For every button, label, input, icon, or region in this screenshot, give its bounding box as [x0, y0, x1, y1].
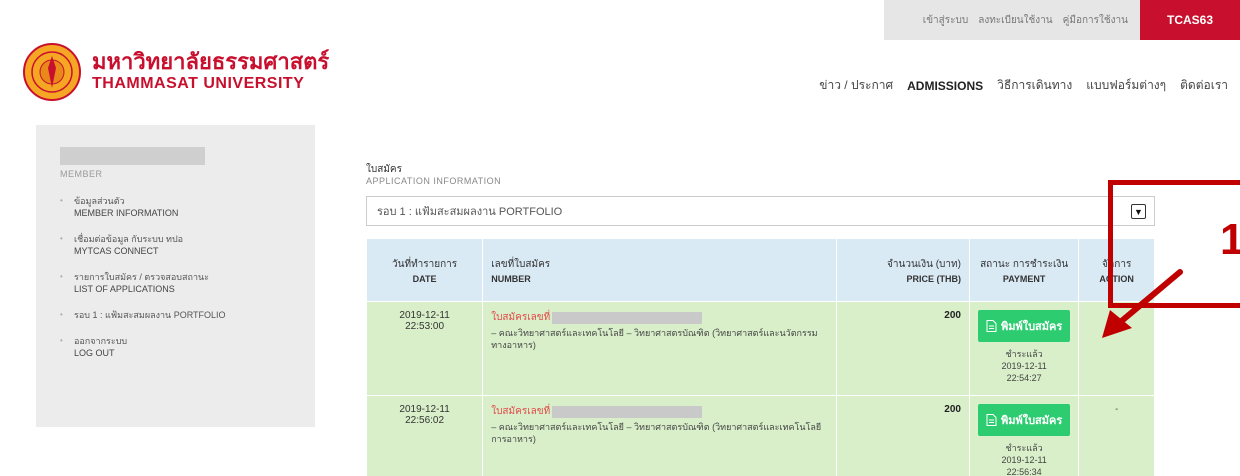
sidebar-item-member-info[interactable]: ข้อมูลส่วนตัว MEMBER INFORMATION — [60, 195, 310, 219]
table-row: 2019-12-11 22:56:02 ใบสมัครเลขที่ – คณะว… — [365, 395, 1155, 476]
sidebar-item-logout[interactable]: ออกจากระบบ LOG OUT — [60, 335, 310, 359]
nav-forms[interactable]: แบบฟอร์มต่างๆ — [1086, 76, 1166, 95]
row-number: ใบสมัครเลขที่ – คณะวิทยาศาสตร์และเทคโนโล… — [482, 301, 838, 396]
logo-thai-name: มหาวิทยาลัยธรรมศาสตร์ — [92, 49, 330, 74]
nav-travel[interactable]: วิธีการเดินทาง — [997, 76, 1072, 95]
login-link[interactable]: เข้าสู่ระบบ — [923, 13, 968, 28]
row-faculty: – คณะวิทยาศาสตร์และเทคโนโลยี – วิทยาศาสต… — [491, 328, 818, 350]
payment-status: ชำระแล้ว 2019-12-11 22:54:27 — [1001, 349, 1047, 383]
document-icon — [986, 414, 997, 426]
sidebar-menu: ข้อมูลส่วนตัว MEMBER INFORMATION เชื่อมต… — [60, 195, 310, 373]
sidebar-item-mytcas-connect[interactable]: เชื่อมต่อข้อมูล กับระบบ ทปอ MYTCAS CONNE… — [60, 233, 310, 257]
header-payment: สถานะ การชำระเงิน PAYMENT — [968, 238, 1080, 302]
manual-link[interactable]: คู่มือการใช้งาน — [1063, 13, 1128, 28]
row-action: - — [1078, 395, 1155, 476]
row-price: 200 — [836, 395, 970, 476]
sidebar-item-portfolio[interactable]: รอบ 1 : แฟ้มสะสมผลงาน PORTFOLIO — [60, 309, 310, 321]
section-subtitle: APPLICATION INFORMATION — [366, 176, 502, 186]
logo-english-name: THAMMASAT UNIVERSITY — [92, 75, 305, 92]
row-faculty: – คณะวิทยาศาสตร์และเทคโนโลยี – วิทยาศาสต… — [491, 422, 822, 444]
member-label: MEMBER — [60, 169, 103, 179]
university-seal-icon — [23, 43, 81, 101]
row-payment: พิมพ์ใบสมัคร ชำระแล้ว 2019-12-11 22:56:3… — [968, 395, 1080, 476]
annotation-number: 1 — [1220, 215, 1240, 264]
section-title: ใบสมัคร — [366, 164, 402, 175]
tcas-button[interactable]: TCAS63 — [1140, 0, 1240, 40]
row-price: 200 — [836, 301, 970, 396]
row-date: 2019-12-11 22:53:00 — [365, 301, 484, 396]
payment-status: ชำระแล้ว 2019-12-11 22:56:34 — [1001, 443, 1047, 476]
print-application-button[interactable]: พิมพ์ใบสมัคร — [977, 310, 1071, 342]
header-price: จำนวนเงิน (บาท) PRICE (THB) — [836, 238, 970, 302]
row-payment: พิมพ์ใบสมัคร ชำระแล้ว 2019-12-11 22:54:2… — [968, 301, 1080, 396]
header-number: เลขที่ใบสมัคร NUMBER — [482, 238, 838, 302]
nav-admissions[interactable]: ADMISSIONS — [907, 79, 983, 93]
row-number: ใบสมัครเลขที่ – คณะวิทยาศาสตร์และเทคโนโล… — [482, 395, 838, 476]
redacted-app-number — [552, 405, 703, 418]
document-icon — [986, 320, 997, 332]
top-bar: เข้าสู่ระบบ ลงทะเบียนใช้งาน คู่มือการใช้… — [0, 0, 1240, 40]
top-links: เข้าสู่ระบบ ลงทะเบียนใช้งาน คู่มือการใช้… — [884, 0, 1140, 40]
nav-news[interactable]: ข่าว / ประกาศ — [819, 76, 893, 95]
annotation-arrow-icon — [1102, 269, 1183, 338]
redacted-app-number — [552, 311, 703, 324]
member-sidebar: MEMBER ข้อมูลส่วนตัว MEMBER INFORMATION … — [36, 125, 315, 427]
round-select[interactable]: รอบ 1 : แฟ้มสะสมผลงาน PORTFOLIO ▼ — [366, 196, 1155, 226]
row-date: 2019-12-11 22:56:02 — [365, 395, 484, 476]
header-date: วันที่ทำรายการ DATE — [365, 238, 484, 302]
university-logo[interactable]: มหาวิทยาลัยธรรมศาสตร์ THAMMASAT UNIVERSI… — [22, 42, 329, 102]
table-header-row: วันที่ทำรายการ DATE เลขที่ใบสมัคร NUMBER… — [365, 238, 1155, 302]
table-row: 2019-12-11 22:53:00 ใบสมัครเลขที่ – คณะว… — [365, 301, 1155, 396]
round-select-value: รอบ 1 : แฟ้มสะสมผลงาน PORTFOLIO — [377, 206, 563, 218]
sidebar-item-list-of-applications[interactable]: รายการใบสมัคร / ตรวจสอบสถานะ LIST OF APP… — [60, 271, 310, 295]
print-application-button[interactable]: พิมพ์ใบสมัคร — [977, 404, 1071, 436]
redacted-user-name — [60, 147, 205, 165]
main-nav: ข่าว / ประกาศ ADMISSIONS วิธีการเดินทาง … — [819, 76, 1228, 95]
nav-contact[interactable]: ติดต่อเรา — [1180, 76, 1228, 95]
register-link[interactable]: ลงทะเบียนใช้งาน — [978, 13, 1052, 28]
applications-table: วันที่ทำรายการ DATE เลขที่ใบสมัคร NUMBER… — [365, 238, 1155, 476]
